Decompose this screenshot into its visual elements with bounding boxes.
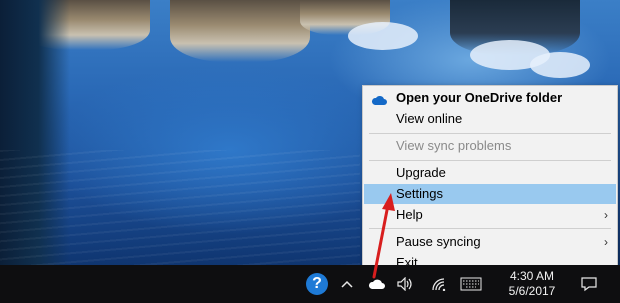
red-arrow (372, 193, 395, 279)
